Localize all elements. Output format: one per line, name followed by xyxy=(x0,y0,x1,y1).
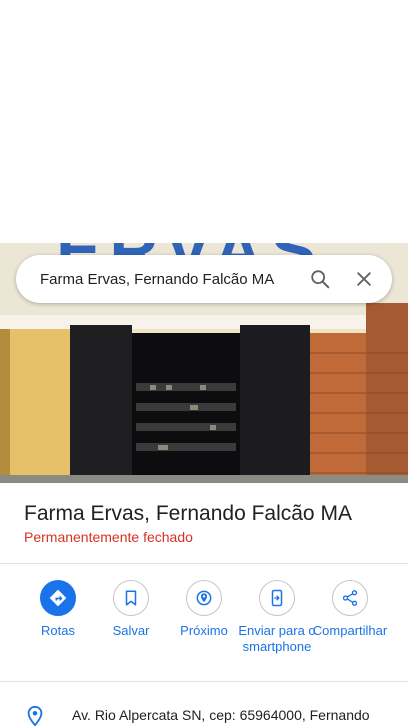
bookmark-icon xyxy=(125,590,137,606)
place-title: Farma Ervas, Fernando Falcão MA xyxy=(24,502,352,525)
directions-button[interactable]: Rotas xyxy=(17,580,99,639)
save-label: Salvar xyxy=(112,623,150,638)
search-button[interactable] xyxy=(300,259,340,299)
nearby-icon xyxy=(196,590,212,606)
close-icon xyxy=(357,272,371,286)
send-to-phone-label: Enviar para o smartphone xyxy=(238,623,316,654)
nearby-button[interactable]: Próximo xyxy=(163,580,245,639)
directions-label: Rotas xyxy=(41,623,75,638)
divider xyxy=(0,681,408,682)
send-to-phone-icon xyxy=(271,589,283,607)
map-blank-area xyxy=(0,0,408,243)
action-bar: Rotas Salvar Próximo Enviar para o smart… xyxy=(0,580,408,675)
save-button[interactable]: Salvar xyxy=(90,580,172,639)
clear-search-button[interactable] xyxy=(344,259,384,299)
address-text: Av. Rio Alpercata SN, cep: 65964000, Fer… xyxy=(72,707,370,723)
status-badge: Permanentemente fechado xyxy=(24,529,193,545)
send-to-phone-button[interactable]: Enviar para o smartphone xyxy=(236,580,318,655)
divider xyxy=(0,563,408,564)
search-input[interactable]: Farma Ervas, Fernando Falcão MA xyxy=(16,271,300,288)
location-pin-icon xyxy=(27,705,43,726)
address-row[interactable]: Av. Rio Alpercata SN, cep: 65964000, Fer… xyxy=(0,701,408,726)
share-label: Compartilhar xyxy=(312,623,388,638)
search-icon xyxy=(311,270,330,289)
share-icon xyxy=(342,590,358,606)
directions-icon xyxy=(49,589,67,607)
share-button[interactable]: Compartilhar xyxy=(309,580,391,639)
search-bar[interactable]: Farma Ervas, Fernando Falcão MA xyxy=(16,255,392,303)
nearby-label: Próximo xyxy=(180,623,228,638)
